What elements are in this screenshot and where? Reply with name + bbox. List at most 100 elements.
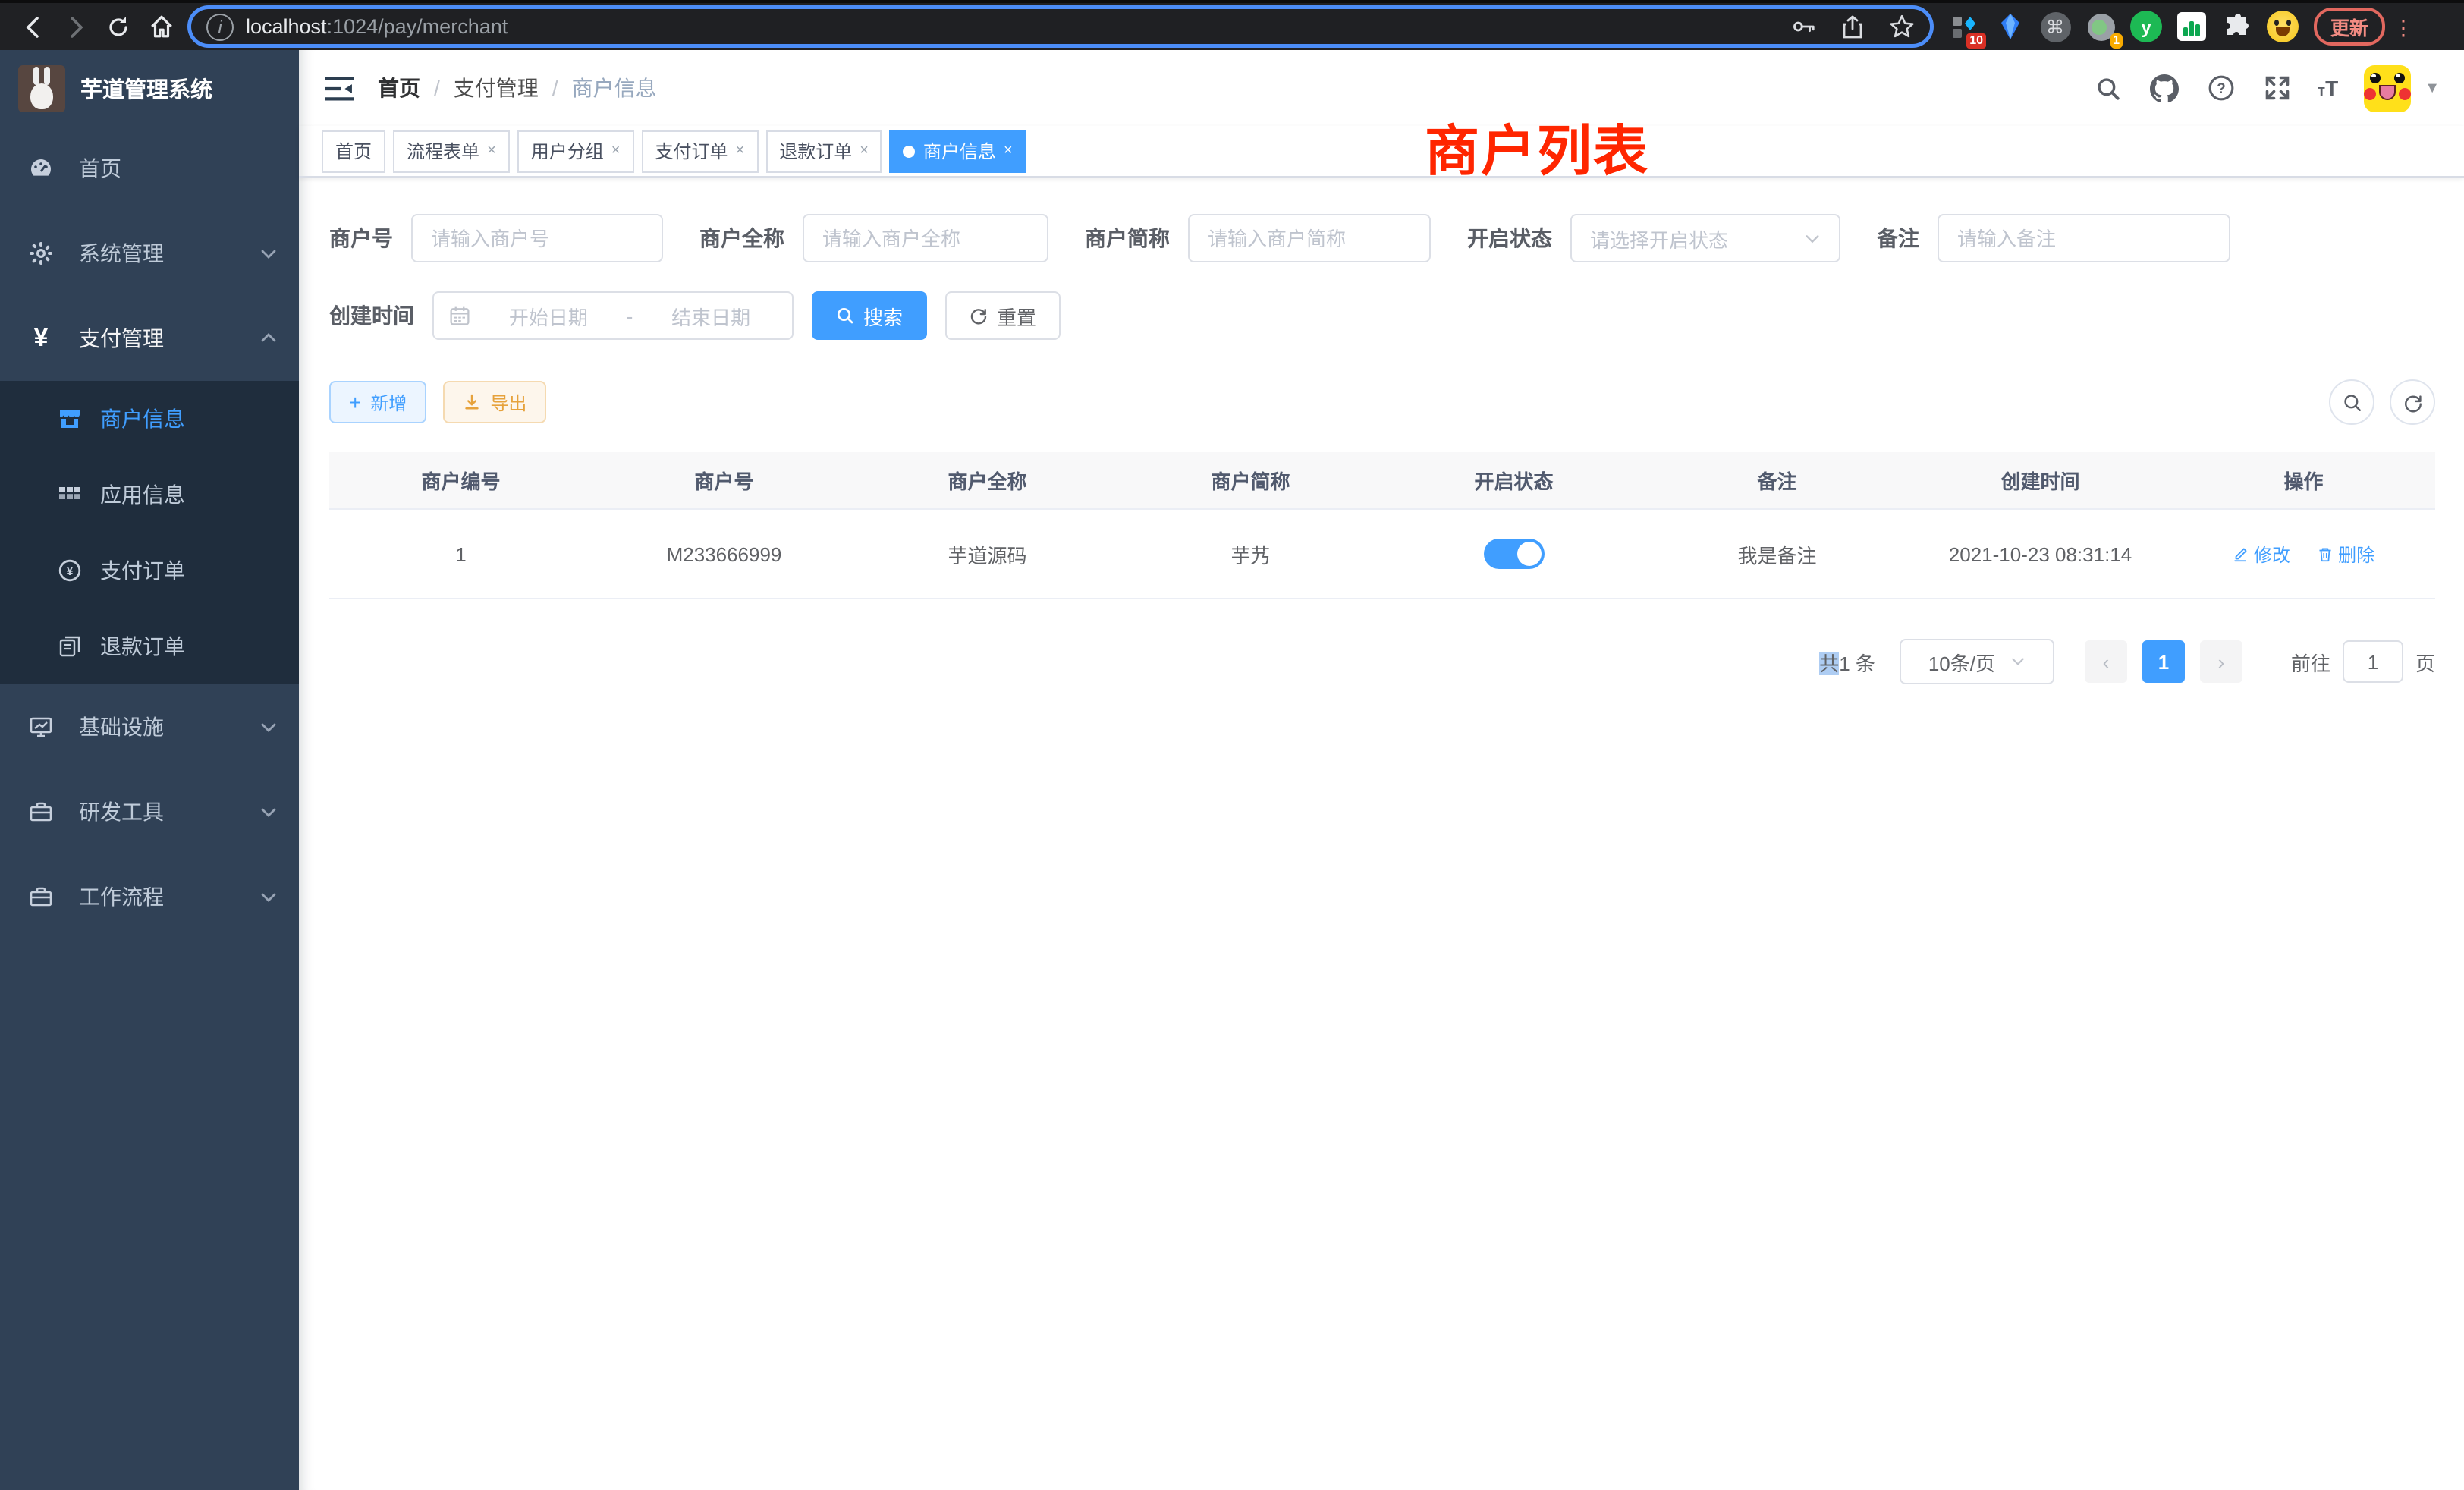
delete-link[interactable]: 删除	[2317, 541, 2374, 567]
home-icon[interactable]	[140, 5, 182, 48]
tab-merchant-info[interactable]: 商户信息×	[890, 130, 1026, 172]
user-avatar[interactable]	[2364, 64, 2411, 112]
chevron-down-icon	[259, 718, 278, 736]
close-icon[interactable]: ×	[611, 143, 621, 159]
merchant-no-input[interactable]	[411, 214, 663, 262]
extensions-puzzle-icon[interactable]	[2221, 11, 2253, 42]
total-count: 共1 条	[1819, 647, 1875, 676]
extension-sketch-icon[interactable]: 10	[1948, 11, 1980, 42]
next-page-button[interactable]: ›	[2200, 640, 2242, 683]
extension-gem-icon[interactable]	[1994, 11, 2026, 42]
refresh-icon[interactable]	[2390, 379, 2435, 425]
extension-command-icon[interactable]: ⌘	[2039, 11, 2071, 42]
reload-icon[interactable]	[97, 5, 140, 48]
sidebar-item-refund[interactable]: 退款订单	[0, 608, 299, 684]
navbar-actions: ? тT ▼	[2093, 64, 2440, 112]
sidebar-item-label: 研发工具	[79, 797, 259, 827]
app-logo-row[interactable]: 芋道管理系统	[0, 50, 299, 126]
main-area: 商户列表 首页 / 支付管理 / 商户信息	[299, 50, 2464, 1490]
page-1-button[interactable]: 1	[2142, 640, 2185, 683]
toggle-search-icon[interactable]	[2329, 379, 2374, 425]
chevron-down-icon	[2010, 654, 2026, 669]
sidebar-item-label: 退款订单	[100, 631, 278, 662]
sidebar-item-label: 系统管理	[79, 238, 259, 269]
calendar-icon	[449, 305, 470, 326]
fullscreen-icon[interactable]	[2261, 73, 2292, 103]
bookmark-star-icon[interactable]	[1889, 14, 1915, 39]
filter-label: 备注	[1877, 223, 1919, 253]
breadcrumb: 首页 / 支付管理 / 商户信息	[378, 73, 657, 103]
short-name-input[interactable]	[1188, 214, 1431, 262]
sidebar-item-devtool[interactable]: 研发工具	[0, 769, 299, 854]
extension-badge: 1	[2110, 33, 2123, 49]
search-button[interactable]: 搜索	[812, 291, 927, 340]
document-copy-icon	[58, 634, 82, 659]
close-icon[interactable]: ×	[1004, 143, 1013, 159]
help-icon[interactable]: ?	[2205, 73, 2236, 103]
table-header-row: 商户编号 商户号 商户全称 商户简称 开启状态 备注 创建时间 操作	[329, 452, 2435, 509]
github-icon[interactable]	[2149, 73, 2180, 103]
sidebar-item-label: 支付管理	[79, 323, 259, 354]
tab-refund-order[interactable]: 退款订单×	[765, 130, 882, 172]
sidebar-item-infra[interactable]: 基础设施	[0, 684, 299, 769]
browser-update-button[interactable]: 更新	[2314, 8, 2385, 46]
sidebar-item-system[interactable]: 系统管理	[0, 211, 299, 296]
export-button[interactable]: 导出	[443, 381, 546, 423]
svg-text:?: ?	[2216, 81, 2225, 97]
reset-button[interactable]: 重置	[945, 291, 1061, 340]
page-size-select[interactable]: 10条/页	[1900, 639, 2054, 684]
caret-down-icon[interactable]: ▼	[2425, 80, 2440, 96]
sidebar-item-home[interactable]: 首页	[0, 126, 299, 211]
goto-page-input[interactable]	[2343, 640, 2403, 683]
add-button[interactable]: +新增	[329, 381, 426, 423]
status-toggle[interactable]	[1484, 539, 1545, 569]
status-select[interactable]: 请选择开启状态	[1570, 214, 1840, 262]
extension-chart-icon[interactable]	[2176, 11, 2208, 42]
sidebar-item-merchant[interactable]: 商户信息	[0, 381, 299, 457]
sidebar-item-payorder[interactable]: ¥ 支付订单	[0, 533, 299, 608]
col-merchant-no: 商户号	[592, 452, 856, 509]
create-time-range-picker[interactable]: 开始日期 - 结束日期	[432, 291, 794, 340]
share-icon[interactable]	[1840, 14, 1865, 39]
forward-icon[interactable]	[55, 5, 97, 48]
back-icon[interactable]	[12, 5, 55, 48]
search-icon[interactable]	[2093, 73, 2123, 103]
profile-avatar-icon[interactable]	[2267, 11, 2299, 42]
dashboard-icon	[29, 156, 53, 181]
edit-link[interactable]: 修改	[2233, 541, 2290, 567]
close-icon[interactable]: ×	[736, 143, 745, 159]
cell-short-name: 芋艿	[1119, 509, 1382, 599]
hamburger-icon[interactable]	[311, 61, 366, 115]
sidebar-item-pay[interactable]: ¥ 支付管理	[0, 296, 299, 381]
chevron-down-icon	[259, 244, 278, 262]
sidebar-item-appinfo[interactable]: 应用信息	[0, 457, 299, 533]
browser-menu-icon[interactable]: ⋮	[2393, 16, 2414, 37]
tab-process-form[interactable]: 流程表单×	[393, 130, 510, 172]
prev-page-button[interactable]: ‹	[2085, 640, 2127, 683]
sidebar-item-label: 基础设施	[79, 712, 259, 742]
breadcrumb-pay[interactable]: 支付管理	[454, 73, 539, 103]
extension-session-icon[interactable]: 1	[2085, 11, 2117, 42]
sidebar-item-label: 支付订单	[100, 555, 278, 586]
tab-user-group[interactable]: 用户分组×	[517, 130, 634, 172]
tab-home[interactable]: 首页	[322, 130, 385, 172]
page-content: 商户号 商户全称 商户简称 开启状态 请选择开启状态	[299, 178, 2464, 684]
close-icon[interactable]: ×	[487, 143, 496, 159]
font-size-icon[interactable]: тT	[2318, 76, 2338, 100]
url-text: localhost:1024/pay/merchant	[246, 15, 1790, 38]
extension-y-icon[interactable]: y	[2130, 11, 2162, 42]
filter-label: 商户全称	[699, 223, 784, 253]
filter-label: 开启状态	[1467, 223, 1552, 253]
close-icon[interactable]: ×	[860, 143, 869, 159]
remark-input[interactable]	[1938, 214, 2230, 262]
site-info-icon[interactable]: i	[206, 13, 234, 40]
full-name-input[interactable]	[803, 214, 1048, 262]
url-bar[interactable]: i localhost:1024/pay/merchant	[191, 9, 1930, 44]
breadcrumb-home[interactable]: 首页	[378, 73, 420, 103]
chevron-down-icon	[259, 888, 278, 906]
tab-pay-order[interactable]: 支付订单×	[641, 130, 758, 172]
sidebar-item-workflow[interactable]: 工作流程	[0, 854, 299, 939]
password-key-icon[interactable]	[1790, 14, 1816, 39]
col-full-name: 商户全称	[856, 452, 1119, 509]
cell-merchant-no: M233666999	[592, 509, 856, 599]
